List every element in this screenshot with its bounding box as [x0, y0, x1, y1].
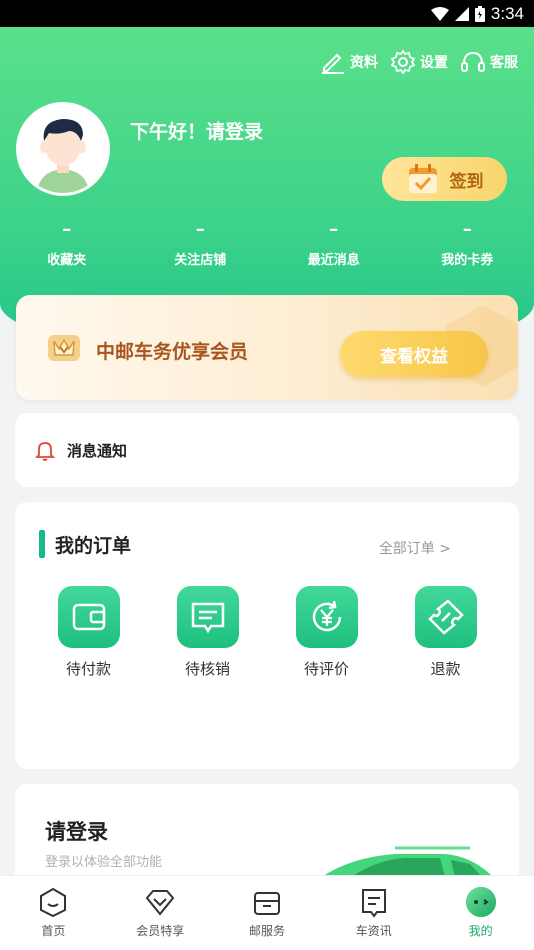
home-icon: [40, 887, 67, 918]
nav-label: 我的: [468, 924, 493, 938]
stat-coupons[interactable]: – 我的卡券: [401, 219, 534, 268]
edit-icon: [322, 53, 344, 74]
login-title: 请登录: [45, 820, 108, 844]
wifi-icon: [430, 6, 449, 21]
order-pending-redeem[interactable]: 待核销: [163, 586, 253, 679]
all-orders-link[interactable]: 全部订单 >: [379, 538, 451, 558]
order-label: 退款: [430, 660, 461, 678]
stat-value: –: [462, 219, 472, 240]
notification-label: 消息通知: [67, 441, 128, 460]
orders-card: 我的订单 全部订单 > 待付款 待核销 待评价 退款: [15, 502, 519, 769]
battery-icon: [474, 5, 485, 22]
clock: 3:34: [490, 3, 524, 23]
stat-label: 我的卡券: [441, 253, 494, 268]
profile-icon: [465, 887, 496, 917]
signal-icon: [454, 6, 469, 21]
order-icon-container: [414, 586, 477, 648]
message-box-icon: [191, 602, 224, 634]
bottom-navigation: 首页 会员特享 邮服务 车资讯 我的: [0, 875, 534, 950]
stat-label: 关注店铺: [174, 253, 227, 268]
wallet-icon: [72, 603, 105, 631]
stat-favorites[interactable]: – 收藏夹: [0, 219, 134, 268]
news-icon: [361, 889, 386, 918]
order-status-list: 待付款 待核销 待评价 退款: [15, 586, 519, 679]
order-label: 待核销: [184, 660, 230, 678]
settings-button[interactable]: 设置: [390, 49, 448, 75]
orders-header: 我的订单: [39, 530, 131, 558]
order-label: 待评价: [303, 660, 349, 678]
order-icon-container: [57, 586, 120, 648]
headset-icon: [461, 51, 485, 72]
calendar-check-icon: [408, 164, 437, 193]
customer-service-button[interactable]: 客服: [460, 49, 518, 75]
default-avatar-icon: [19, 105, 107, 193]
profile-info-button[interactable]: 资料: [320, 49, 378, 75]
nav-label: 会员特享: [136, 924, 185, 938]
nav-label: 邮服务: [248, 924, 285, 938]
nav-home[interactable]: 首页: [0, 876, 107, 950]
nav-profile[interactable]: 我的: [427, 876, 534, 950]
bell-icon: [34, 442, 56, 461]
stats-row: – 收藏夹 – 关注店铺 – 最近消息 – 我的卡券: [0, 219, 534, 268]
membership-title: 中邮车务优享会员: [96, 341, 249, 363]
header-actions: 资料 设置 客服: [320, 49, 518, 75]
package-icon: [253, 892, 280, 915]
nav-label: 车资讯: [355, 924, 392, 938]
customer-service-label: 客服: [490, 55, 518, 71]
orders-accent-bar: [39, 530, 45, 558]
checkin-label: 签到: [449, 171, 484, 192]
yen-refresh-icon: [312, 600, 341, 632]
stat-value: –: [62, 219, 72, 240]
gear-icon: [390, 49, 416, 75]
order-pending-payment[interactable]: 待付款: [44, 586, 134, 679]
diamond-icon: [145, 890, 175, 916]
stat-followed-stores[interactable]: – 关注店铺: [134, 219, 268, 268]
order-refund[interactable]: 退款: [401, 586, 491, 679]
stat-label: 收藏夹: [47, 253, 87, 268]
ticket-icon: [427, 599, 464, 635]
avatar[interactable]: [16, 102, 110, 196]
order-label: 待付款: [65, 660, 111, 678]
order-icon-container: [295, 586, 358, 648]
nav-member-perks[interactable]: 会员特享: [107, 876, 214, 950]
order-pending-review[interactable]: 待评价: [282, 586, 372, 679]
order-icon-container: [176, 586, 239, 648]
stat-recent-messages[interactable]: – 最近消息: [267, 219, 401, 268]
membership-card[interactable]: 中邮车务优享会员 查看权益: [16, 295, 518, 400]
nav-label: 首页: [41, 924, 66, 938]
stat-value: –: [195, 219, 205, 240]
login-subtitle: 登录以体验全部功能: [45, 855, 163, 870]
view-benefits-button[interactable]: 查看权益: [340, 331, 488, 377]
orders-title: 我的订单: [55, 534, 132, 557]
stat-label: 最近消息: [307, 253, 360, 268]
settings-label: 设置: [420, 55, 448, 71]
greeting-text[interactable]: 下午好！请登录: [130, 117, 263, 144]
nav-car-news[interactable]: 车资讯: [320, 876, 427, 950]
stat-value: –: [329, 219, 339, 240]
profile-info-label: 资料: [350, 55, 378, 71]
notification-row[interactable]: 消息通知: [15, 413, 519, 487]
status-bar: 3:34: [0, 0, 534, 27]
crown-icon: [48, 335, 80, 361]
checkin-button[interactable]: 签到: [382, 157, 507, 201]
nav-postal-service[interactable]: 邮服务: [214, 876, 321, 950]
